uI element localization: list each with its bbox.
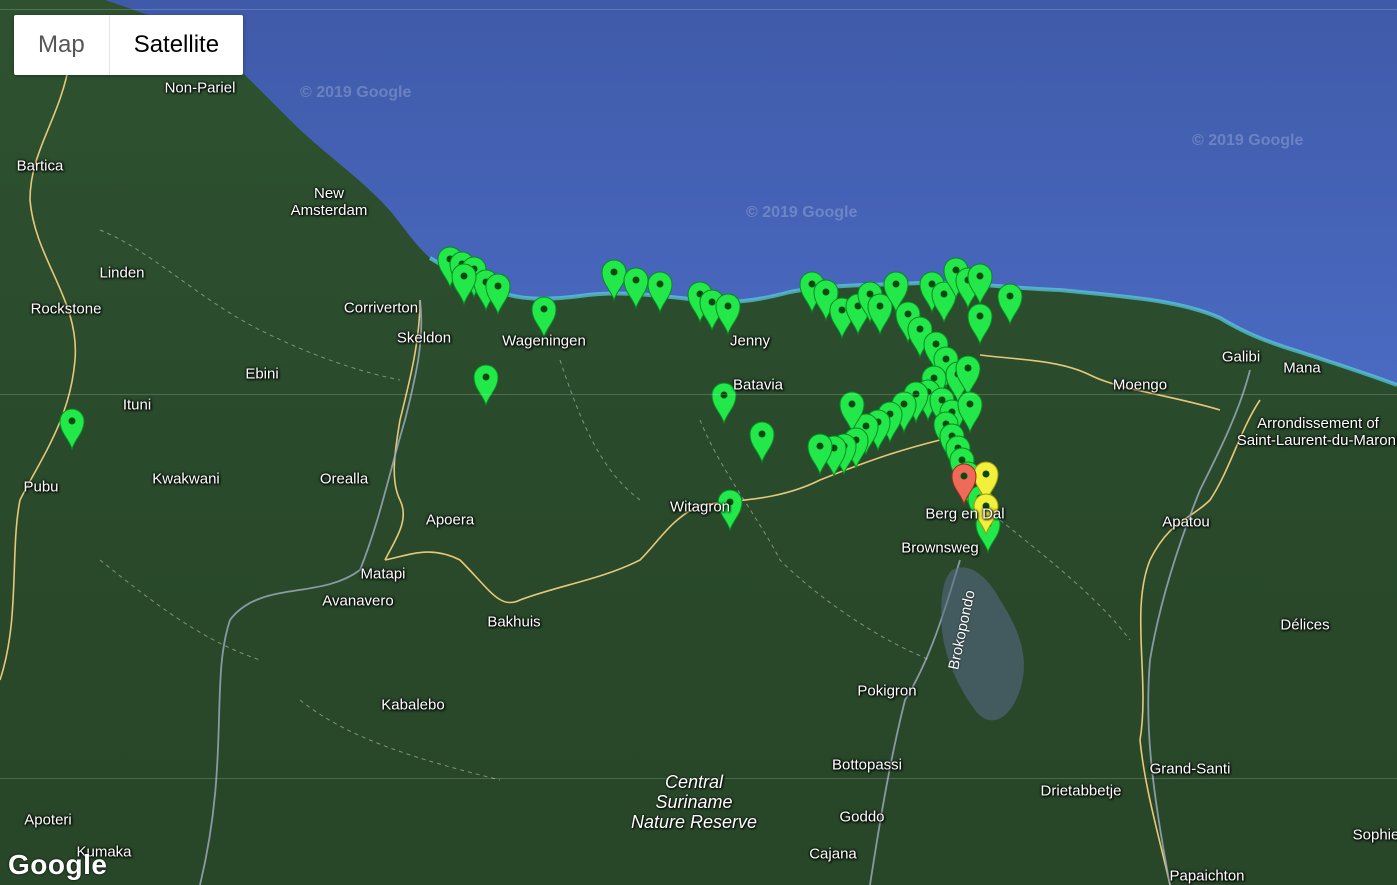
place-label[interactable]: Sophie <box>1353 827 1397 844</box>
place-label[interactable]: Grand-Santi <box>1150 761 1231 778</box>
tile-seam <box>0 9 1397 10</box>
watermark: © 2019 Google <box>746 204 858 221</box>
place-label[interactable]: Jenny <box>730 333 770 350</box>
place-label[interactable]: Witagron <box>670 499 730 516</box>
place-label[interactable]: Cajana <box>809 846 857 863</box>
place-label[interactable]: Linden <box>99 265 144 282</box>
watermark: © 2019 Google <box>1192 132 1304 149</box>
place-label[interactable]: Apatou <box>1162 514 1210 531</box>
place-label[interactable]: Ituni <box>123 397 151 414</box>
place-label[interactable]: Orealla <box>320 471 368 488</box>
place-label[interactable]: Kabalebo <box>381 697 444 714</box>
place-label[interactable]: Papaichton <box>1169 868 1244 885</box>
map-type-map-button[interactable]: Map <box>14 15 109 75</box>
place-label[interactable]: Brownsweg <box>901 540 979 557</box>
tile-seam <box>0 394 1397 395</box>
place-label[interactable]: Bakhuis <box>487 614 540 631</box>
place-label[interactable]: Rockstone <box>31 301 102 318</box>
map-type-satellite-button[interactable]: Satellite <box>108 15 243 75</box>
place-label[interactable]: Pubu <box>23 479 58 496</box>
place-label[interactable]: Corriverton <box>344 300 418 317</box>
map-type-control: Map Satellite <box>14 15 244 75</box>
place-label[interactable]: Galibi <box>1222 349 1260 366</box>
place-label[interactable]: Bartica <box>17 158 64 175</box>
reserve-label: Central Suriname Nature Reserve <box>630 772 758 832</box>
place-label[interactable]: Apoteri <box>24 812 72 829</box>
place-label[interactable]: Apoera <box>426 512 474 529</box>
place-label[interactable]: Arrondissement of Saint-Laurent-du-Maron… <box>1237 415 1397 449</box>
google-logo: Google <box>8 849 108 880</box>
satellite-map[interactable]: © 2019 Google © 2019 Google © 2019 Googl… <box>0 0 1397 885</box>
watermark: © 2019 Google <box>300 84 412 101</box>
place-label[interactable]: Non-Pariel <box>165 80 236 97</box>
place-label[interactable]: Wageningen <box>502 333 586 350</box>
place-label[interactable]: Batavia <box>733 377 783 394</box>
place-label[interactable]: New Amsterdam <box>291 185 368 219</box>
place-label[interactable]: Bottopassi <box>832 757 902 774</box>
place-label[interactable]: Moengo <box>1113 377 1167 394</box>
place-label[interactable]: Délices <box>1280 617 1329 634</box>
map-imagery <box>0 0 1397 885</box>
place-label[interactable]: Mana <box>1283 360 1321 377</box>
place-label[interactable]: Kwakwani <box>152 471 220 488</box>
place-label[interactable]: Avanavero <box>322 593 393 610</box>
place-label[interactable]: Drietabbetje <box>1041 783 1122 800</box>
place-label[interactable]: Berg en Dal <box>925 506 1004 523</box>
place-label[interactable]: Skeldon <box>397 330 451 347</box>
place-label[interactable]: Ebini <box>245 366 278 383</box>
place-label[interactable]: Matapi <box>360 566 405 583</box>
place-label[interactable]: Goddo <box>839 809 884 826</box>
place-label[interactable]: Pokigron <box>857 683 916 700</box>
